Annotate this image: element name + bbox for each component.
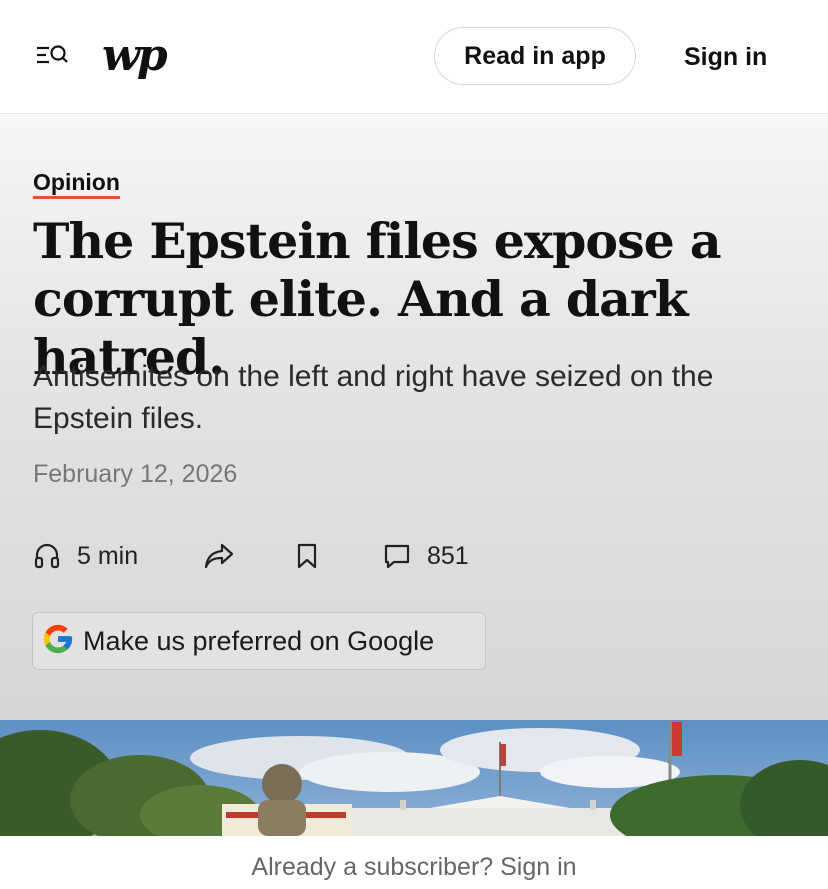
article-photo [0,720,828,836]
top-navigation-bar: wp Read in app Sign in [0,0,828,114]
preferred-on-google-button[interactable]: Make us preferred on Google [32,612,486,670]
washington-post-logo[interactable]: wp [102,28,168,84]
comments-button[interactable]: 851 [383,536,469,576]
share-button[interactable] [203,536,235,576]
article-actions-bar: 5 min 851 [33,536,633,576]
preferred-on-google-label: Make us preferred on Google [83,625,435,656]
headphones-icon [33,542,61,570]
listen-button[interactable]: 5 min [33,536,138,576]
read-in-app-button[interactable]: Read in app [434,27,636,85]
save-button[interactable] [295,536,319,576]
share-arrow-icon [203,541,235,571]
bookmark-icon [295,542,319,570]
subscriber-prompt-bar: Already a subscriber? Sign in [0,836,828,881]
menu-search-icon[interactable] [36,42,70,70]
article-subheadline: Antisemites on the left and right have s… [33,360,714,435]
comment-count: 851 [427,541,469,570]
comment-bubble-icon [383,542,411,570]
article-header: Opinion The Epstein files expose a corru… [0,114,828,720]
publish-date: February 12, 2026 [33,460,238,488]
section-kicker[interactable]: Opinion [33,168,120,199]
subscriber-sign-in-link[interactable]: Already a subscriber? Sign in [251,853,576,881]
sign-in-link[interactable]: Sign in [684,40,767,74]
listen-duration: 5 min [77,541,139,570]
google-g-icon [41,622,75,661]
